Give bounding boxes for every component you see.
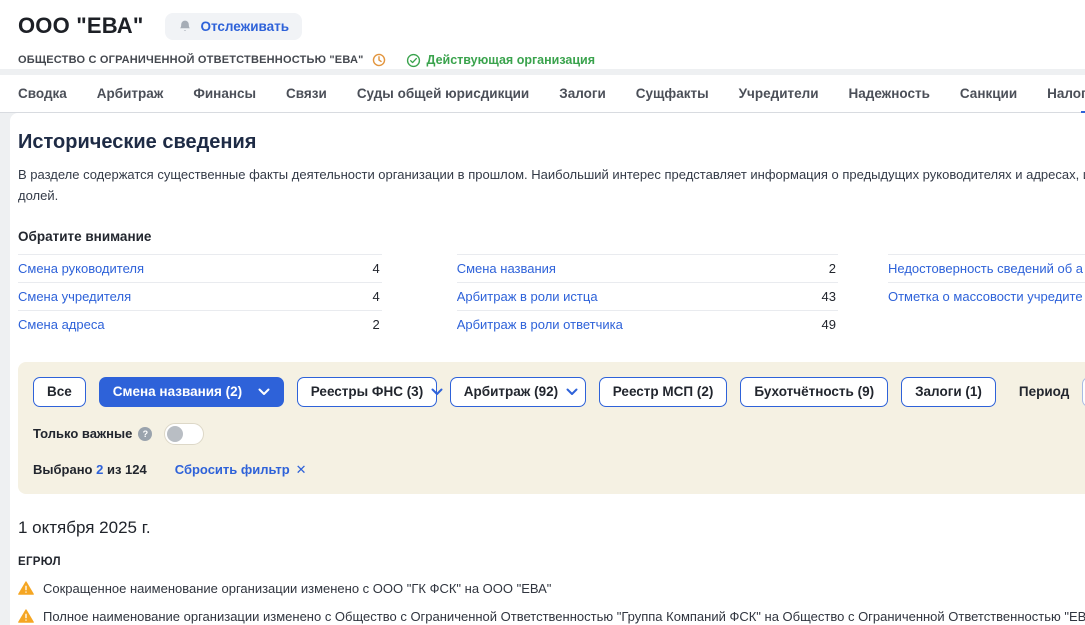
- chevron-down-icon: [431, 388, 443, 396]
- selected-count: 2: [96, 462, 103, 477]
- link-smena-rukovoditelya[interactable]: Смена руководителя: [18, 261, 144, 276]
- link-smena-nazvaniya[interactable]: Смена названия: [457, 261, 556, 276]
- status-badge: Действующая организация: [406, 53, 596, 68]
- warning-icon: [18, 581, 34, 595]
- filter-msp-button[interactable]: Реестр МСП (2): [599, 377, 728, 407]
- tab-nadezhnost[interactable]: Надежность: [849, 86, 930, 101]
- reset-filter-link[interactable]: Сбросить фильтр ✕: [175, 462, 307, 478]
- tab-sudy[interactable]: Суды общей юрисдикции: [357, 86, 529, 101]
- list-item: Сокращенное наименование организации изм…: [18, 581, 1085, 596]
- track-button[interactable]: Отслеживать: [165, 13, 302, 40]
- tab-sushchfakty[interactable]: Сущфакты: [636, 86, 709, 101]
- warning-icon: [18, 609, 34, 623]
- selected-count-text: Выбрано 2 из 124: [33, 462, 147, 477]
- count-badge: 2: [829, 261, 836, 276]
- list-item: Полное наименование организации изменено…: [18, 609, 1085, 624]
- count-badge: 2: [372, 317, 379, 332]
- track-button-label: Отслеживать: [200, 19, 289, 34]
- tab-zalogi[interactable]: Залоги: [559, 86, 606, 101]
- section-description-line1: В разделе содержатся существенные факты …: [18, 165, 1085, 186]
- chevron-down-icon: [566, 388, 578, 396]
- tab-sanktsii[interactable]: Санкции: [960, 86, 1017, 101]
- section-title: Исторические сведения: [18, 131, 1085, 154]
- tab-arbitrazh[interactable]: Арбитраж: [97, 86, 164, 101]
- event-date-heading: 1 октября 2025 г.: [18, 518, 1085, 538]
- filter-arbitration-label: Арбитраж (92): [464, 384, 558, 399]
- status-text: Действующая организация: [427, 53, 596, 67]
- filter-fns-dropdown[interactable]: Реестры ФНС (3): [297, 377, 437, 407]
- link-arbitrazh-otvetchik[interactable]: Арбитраж в роли ответчика: [457, 317, 623, 332]
- tab-nalogi[interactable]: Налоги: [1047, 86, 1085, 101]
- count-badge: 49: [822, 317, 836, 332]
- link-smena-adresa[interactable]: Смена адреса: [18, 317, 105, 332]
- help-icon[interactable]: ?: [138, 427, 152, 441]
- selected-suffix: из 124: [107, 462, 147, 477]
- table-row: Отметка о массовости учредите: [888, 282, 1085, 310]
- important-only-label: Только важные: [33, 426, 132, 441]
- link-smena-uchreditelya[interactable]: Смена учредителя: [18, 289, 131, 304]
- count-badge: 4: [372, 289, 379, 304]
- history-section: Исторические сведения В разделе содержат…: [10, 113, 1085, 625]
- tab-bar: Сводка Арбитраж Финансы Связи Суды общей…: [0, 75, 1085, 113]
- filter-fns-label: Реестры ФНС (3): [311, 384, 423, 399]
- filter-pledges-button[interactable]: Залоги (1): [901, 377, 996, 407]
- clock-icon[interactable]: [372, 53, 386, 67]
- notable-links: Смена руководителя 4 Смена учредителя 4 …: [18, 254, 1085, 338]
- table-row: Смена руководителя 4: [18, 254, 382, 282]
- clear-icon: ✕: [296, 462, 307, 478]
- tab-svyazi[interactable]: Связи: [286, 86, 327, 101]
- reset-filter-label: Сбросить фильтр: [175, 462, 290, 477]
- section-description-line2: долей.: [18, 186, 1085, 207]
- table-row: Смена учредителя 4: [18, 282, 382, 310]
- count-badge: 43: [822, 289, 836, 304]
- selected-prefix: Выбрано: [33, 462, 92, 477]
- chevron-down-icon: [258, 388, 270, 396]
- toggle-knob: [167, 426, 183, 442]
- page-title: ООО "ЕВА": [18, 13, 143, 39]
- tab-svodka[interactable]: Сводка: [18, 86, 67, 101]
- link-arbitrazh-istets[interactable]: Арбитраж в роли истца: [457, 289, 598, 304]
- link-otmetka-massovosti[interactable]: Отметка о массовости учредите: [888, 289, 1083, 304]
- filter-all-button[interactable]: Все: [33, 377, 86, 407]
- event-text: Сокращенное наименование организации изм…: [43, 581, 551, 596]
- filter-name-change-label: Смена названия (2): [113, 384, 242, 399]
- period-label: Период: [1019, 384, 1069, 399]
- event-text: Полное наименование организации изменено…: [43, 609, 1085, 624]
- important-only-toggle[interactable]: [164, 423, 204, 445]
- notable-title: Обратите внимание: [18, 229, 1085, 244]
- table-row: Смена названия 2: [457, 254, 838, 282]
- table-row: Смена адреса 2: [18, 310, 382, 338]
- tab-finansy[interactable]: Финансы: [193, 86, 256, 101]
- bell-icon: [178, 19, 192, 34]
- link-nedostovernost-svedeniy[interactable]: Недостоверность сведений об а: [888, 261, 1083, 276]
- company-full-name: ОБЩЕСТВО С ОГРАНИЧЕННОЙ ОТВЕТСТВЕННОСТЬЮ…: [18, 54, 364, 66]
- filter-panel: Все Смена названия (2) Реестры ФНС (3) А…: [18, 362, 1085, 494]
- check-circle-icon: [406, 53, 421, 68]
- table-row: Недостоверность сведений об а: [888, 254, 1085, 282]
- table-row: Арбитраж в роли истца 43: [457, 282, 838, 310]
- count-badge: 4: [372, 261, 379, 276]
- table-row: Арбитраж в роли ответчика 49: [457, 310, 838, 338]
- filter-name-change-dropdown[interactable]: Смена названия (2): [99, 377, 284, 407]
- company-header: ООО "ЕВА" Отслеживать ОБЩЕСТВО С ОГРАНИЧ…: [0, 0, 1085, 69]
- filter-accounting-button[interactable]: Бухотчётность (9): [740, 377, 888, 407]
- tab-uchrediteli[interactable]: Учредители: [739, 86, 819, 101]
- event-source-label: ЕГРЮЛ: [18, 556, 1085, 568]
- filter-arbitration-dropdown[interactable]: Арбитраж (92): [450, 377, 586, 407]
